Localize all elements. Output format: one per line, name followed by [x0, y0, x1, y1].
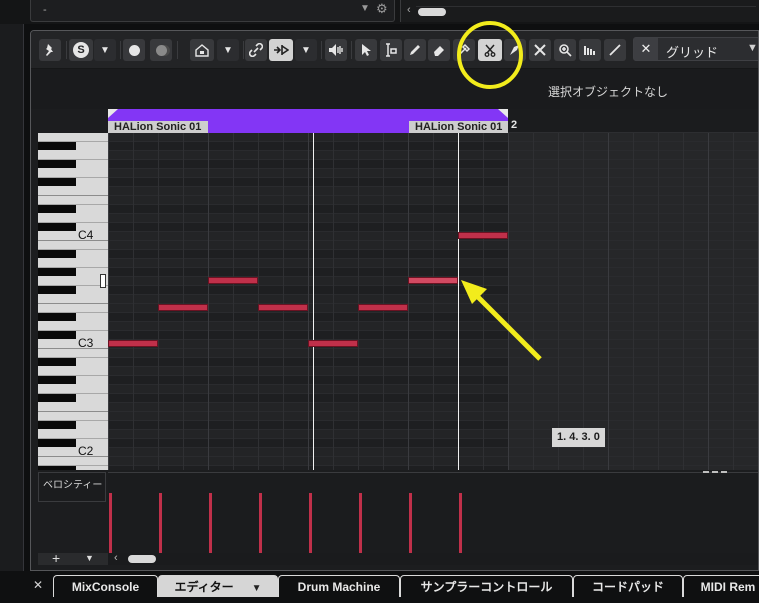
- tab-editor-label: エディター: [174, 580, 234, 594]
- chevron-down-icon[interactable]: ▼: [252, 578, 262, 600]
- tab-midi-remote[interactable]: MIDI Rem: [683, 575, 759, 597]
- highlight-arrow: [469, 288, 542, 361]
- tab-mixconsole[interactable]: MixConsole: [53, 575, 158, 597]
- tab-editor[interactable]: エディター ▼: [158, 575, 278, 597]
- highlight-circle: [457, 21, 523, 89]
- tab-drum-machine[interactable]: Drum Machine: [278, 575, 400, 597]
- annotation-overlay: [457, 21, 542, 361]
- tab-sampler-control[interactable]: サンプラーコントロール: [400, 575, 573, 597]
- close-icon[interactable]: ✕: [33, 578, 43, 592]
- tab-chord-pads[interactable]: コードパッド: [573, 575, 683, 597]
- lower-zone-tabs: ✕ MixConsole エディター ▼ Drum Machine サンプラーコン…: [0, 571, 759, 603]
